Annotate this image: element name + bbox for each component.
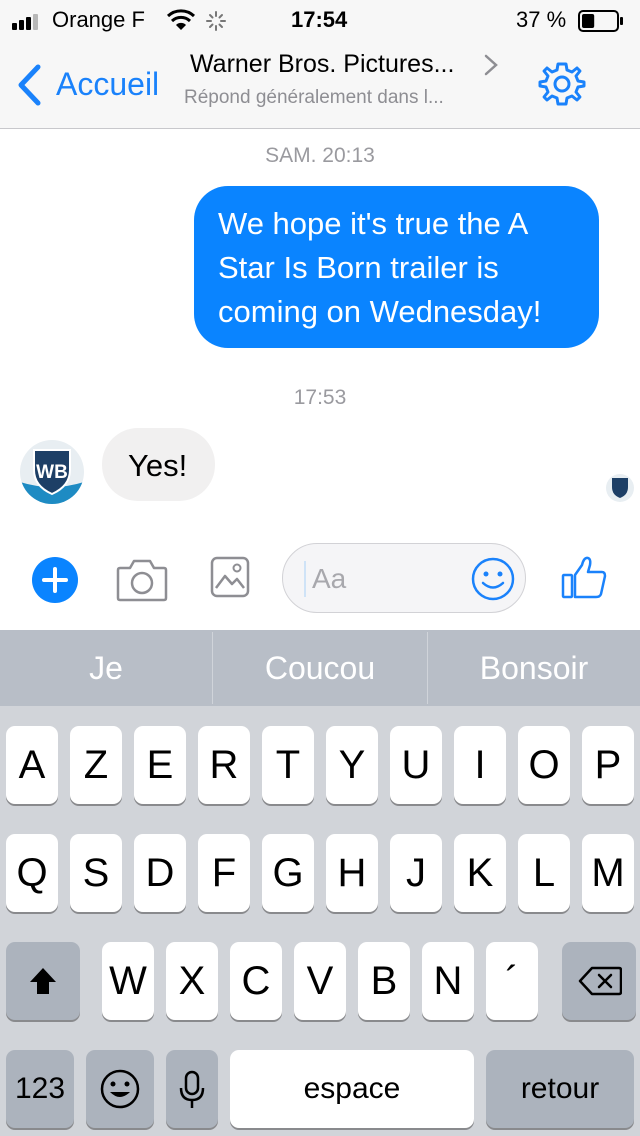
- key-t[interactable]: T: [262, 726, 314, 804]
- delete-key[interactable]: [562, 942, 636, 1020]
- conversation-title[interactable]: Warner Bros. Pictures...: [190, 50, 480, 79]
- incoming-message-bubble[interactable]: Yes!: [102, 428, 215, 501]
- chevron-right-icon[interactable]: [484, 54, 498, 76]
- numbers-key[interactable]: 123: [6, 1050, 74, 1128]
- key-b[interactable]: B: [358, 942, 410, 1020]
- gear-icon[interactable]: [538, 60, 586, 108]
- wifi-icon: [166, 9, 196, 30]
- wb-logo-text: WB: [36, 462, 68, 483]
- key-a[interactable]: A: [6, 726, 58, 804]
- key-e[interactable]: E: [134, 726, 186, 804]
- return-key[interactable]: retour: [486, 1050, 634, 1128]
- key-f[interactable]: F: [198, 834, 250, 912]
- key-p[interactable]: P: [582, 726, 634, 804]
- back-chevron-icon[interactable]: [16, 64, 42, 106]
- key-c[interactable]: C: [230, 942, 282, 1020]
- response-time-subtitle: Répond généralement dans l...: [184, 87, 444, 108]
- sender-avatar[interactable]: WB: [20, 440, 84, 504]
- key-o[interactable]: O: [518, 726, 570, 804]
- space-key[interactable]: espace: [230, 1050, 474, 1128]
- message-timestamp: SAM. 20:13: [265, 144, 375, 167]
- signal-strength-icon: [12, 14, 38, 30]
- activity-spinner-icon: [206, 11, 226, 31]
- shift-arrow-icon: [30, 968, 56, 994]
- add-button[interactable]: [32, 557, 78, 603]
- gallery-icon[interactable]: [210, 556, 250, 598]
- thumbs-up-icon[interactable]: [560, 553, 608, 601]
- suggestion-item[interactable]: Coucou: [213, 630, 427, 706]
- key-k[interactable]: K: [454, 834, 506, 912]
- text-cursor: [304, 561, 306, 597]
- dictation-key[interactable]: [166, 1050, 218, 1128]
- message-input-placeholder: Aa: [312, 563, 347, 594]
- key-r[interactable]: R: [198, 726, 250, 804]
- key-v[interactable]: V: [294, 942, 346, 1020]
- key-i[interactable]: I: [454, 726, 506, 804]
- carrier-name: Orange F: [52, 7, 145, 32]
- key-g[interactable]: G: [262, 834, 314, 912]
- backspace-icon: [578, 966, 622, 996]
- emoji-keyboard-key[interactable]: [86, 1050, 154, 1128]
- message-timestamp: 17:53: [293, 386, 347, 409]
- key-u[interactable]: U: [390, 726, 442, 804]
- camera-icon[interactable]: [116, 556, 168, 602]
- battery-percent: 37 %: [516, 7, 567, 32]
- key-acute-accent[interactable]: ´: [486, 942, 538, 1020]
- key-h[interactable]: H: [326, 834, 378, 912]
- battery-icon: [578, 10, 623, 32]
- key-d[interactable]: D: [134, 834, 186, 912]
- key-y[interactable]: Y: [326, 726, 378, 804]
- key-m[interactable]: M: [582, 834, 634, 912]
- key-j[interactable]: J: [390, 834, 442, 912]
- key-x[interactable]: X: [166, 942, 218, 1020]
- key-w[interactable]: W: [102, 942, 154, 1020]
- key-z[interactable]: Z: [70, 726, 122, 804]
- suggestion-item[interactable]: Je: [0, 630, 212, 706]
- emoji-face-icon: [100, 1069, 140, 1109]
- plus-icon: [42, 567, 68, 593]
- emoji-icon[interactable]: [470, 556, 516, 602]
- status-time: 17:54: [291, 7, 348, 32]
- suggestion-item[interactable]: Bonsoir: [428, 630, 640, 706]
- key-s[interactable]: S: [70, 834, 122, 912]
- microphone-icon: [179, 1070, 205, 1108]
- back-button[interactable]: Accueil: [56, 66, 159, 103]
- key-l[interactable]: L: [518, 834, 570, 912]
- shift-key[interactable]: [6, 942, 80, 1020]
- outgoing-message-bubble[interactable]: We hope it's true the A Star Is Born tra…: [194, 186, 599, 348]
- key-q[interactable]: Q: [6, 834, 58, 912]
- key-n[interactable]: N: [422, 942, 474, 1020]
- read-receipt-avatar: [606, 474, 634, 502]
